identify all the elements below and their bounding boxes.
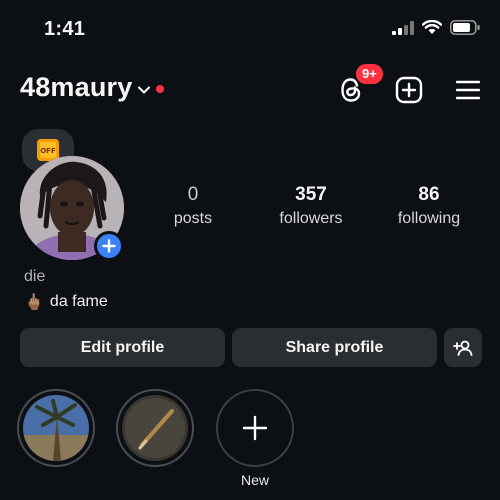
status-time: 1:41 (44, 18, 86, 40)
following-count: 86 (418, 184, 440, 205)
highlight-cover-image (122, 395, 188, 461)
share-profile-button[interactable]: Share profile (232, 328, 437, 367)
plus-icon (242, 415, 268, 441)
bio-text: da fame (49, 293, 108, 310)
highlight-cover (23, 395, 89, 461)
highlight-item[interactable] (116, 389, 194, 467)
profile-header: 48maury 9+ (0, 64, 500, 110)
highlight-cover-image (23, 395, 89, 461)
wifi-icon (422, 20, 442, 34)
posts-label: posts (173, 210, 213, 227)
new-highlight-label: New (240, 472, 269, 488)
note-text: OFF (40, 147, 56, 155)
stat-following[interactable]: 86 following (386, 184, 472, 228)
stat-followers[interactable]: 357 followers (268, 184, 354, 228)
followers-label: followers (279, 210, 343, 227)
stat-posts[interactable]: 0 posts (155, 184, 231, 228)
posts-count: 0 (187, 184, 199, 205)
bio-emoji: 🖕🏽 (24, 294, 44, 311)
menu-button[interactable] (452, 74, 484, 106)
account-switcher[interactable]: 48maury (20, 72, 165, 103)
battery-icon (450, 20, 480, 35)
create-button[interactable] (393, 74, 425, 106)
discover-people-button[interactable] (444, 328, 482, 367)
status-icons (392, 20, 480, 35)
highlight-item[interactable] (17, 389, 95, 467)
plus-icon (102, 239, 116, 253)
highlight-cover (122, 395, 188, 461)
following-label: following (397, 210, 461, 227)
add-user-icon (453, 340, 473, 356)
edit-profile-button[interactable]: Edit profile (20, 328, 225, 367)
status-bar: 1:41 (0, 0, 500, 60)
new-highlight-button[interactable] (216, 389, 294, 467)
threads-badge: 9+ (356, 64, 383, 84)
hamburger-menu-icon (455, 80, 481, 100)
bio: 🖕🏽 da fame (24, 292, 108, 312)
add-story-button[interactable] (94, 231, 124, 261)
followers-count: 357 (295, 184, 327, 205)
cellular-signal-icon (392, 20, 414, 35)
profile-name: die (24, 268, 46, 285)
chevron-down-icon (138, 86, 151, 93)
plus-square-icon (395, 76, 423, 104)
notification-dot (156, 84, 165, 93)
username: 48maury (20, 72, 133, 102)
